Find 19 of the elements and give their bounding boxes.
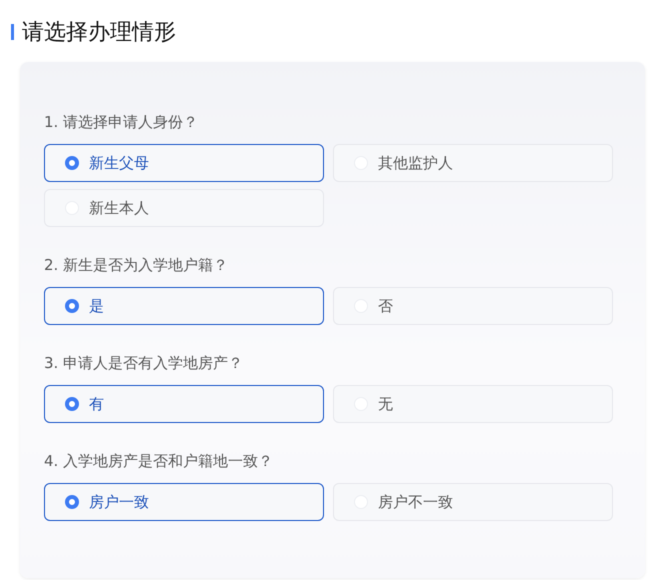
question-label: 2. 新生是否为入学地户籍？	[44, 255, 230, 275]
question-label: 3. 申请人是否有入学地房产？	[44, 353, 244, 373]
radio-icon	[65, 299, 79, 313]
radio-icon	[65, 156, 79, 170]
radio-option[interactable]: 无	[333, 385, 613, 423]
radio-icon	[65, 495, 79, 509]
radio-option[interactable]: 房户一致	[44, 483, 324, 521]
radio-option[interactable]: 否	[333, 287, 613, 325]
section-title: 请选择办理情形	[22, 19, 176, 47]
accent-bar	[11, 24, 14, 40]
radio-option[interactable]: 是	[44, 287, 324, 325]
radio-option[interactable]: 有	[44, 385, 324, 423]
question-label: 4. 入学地房产是否和户籍地一致？	[44, 451, 274, 471]
radio-option[interactable]: 房户不一致	[333, 483, 613, 521]
radio-option[interactable]: 其他监护人	[333, 144, 613, 182]
radio-option[interactable]: 新生本人	[44, 189, 324, 227]
question-label: 1. 请选择申请人身份？	[44, 112, 200, 132]
radio-icon	[65, 397, 79, 411]
radio-option[interactable]: 新生父母	[44, 144, 324, 182]
